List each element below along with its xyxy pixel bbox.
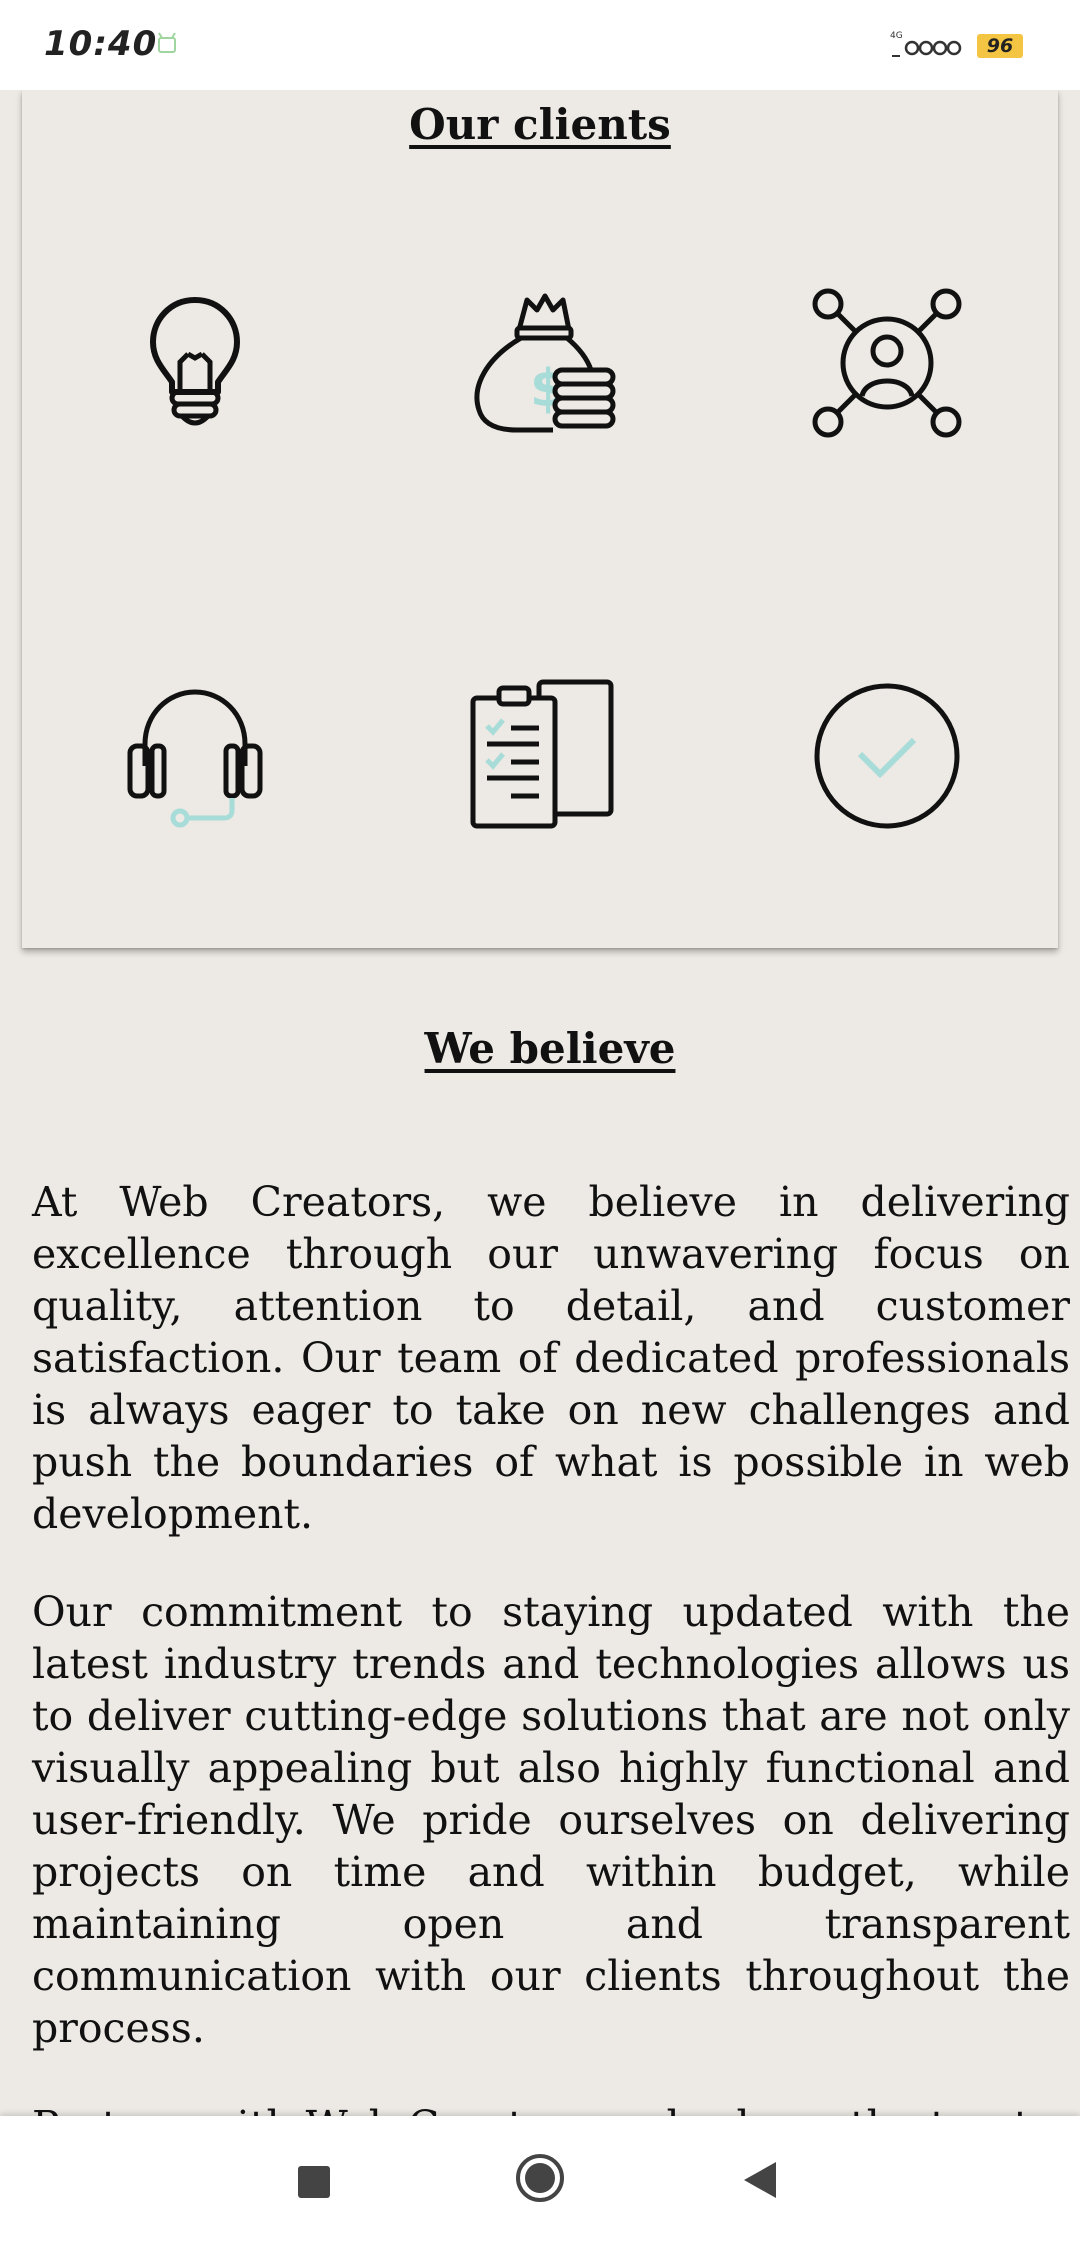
believe-paragraph: At Web Creators, we believe in deliverin…	[32, 1178, 1070, 1538]
signal-icon: 4G	[890, 28, 972, 66]
status-time: 10:40	[44, 24, 158, 64]
believe-title: We believe	[424, 1024, 676, 1073]
status-bar: 10:40 4G 96	[0, 0, 1080, 90]
home-button[interactable]	[514, 2152, 566, 2208]
clients-card: Our clients $	[22, 90, 1058, 948]
battery-icon: 96	[977, 34, 1023, 58]
back-button[interactable]	[740, 2160, 780, 2204]
believe-paragraph: Our commitment to staying updated with t…	[32, 1588, 1070, 2052]
clients-title: Our clients	[409, 100, 671, 149]
recents-button[interactable]	[296, 2164, 332, 2204]
clipboard-icon	[457, 670, 627, 840]
notification-icon	[156, 32, 178, 60]
lightbulb-icon	[110, 278, 280, 448]
network-user-icon	[802, 278, 972, 448]
navigation-bar	[0, 2116, 1080, 2246]
money-bag-icon: $	[457, 278, 627, 448]
headset-icon	[110, 670, 280, 840]
svg-text:4G: 4G	[890, 31, 903, 41]
check-circle-icon	[802, 670, 972, 840]
